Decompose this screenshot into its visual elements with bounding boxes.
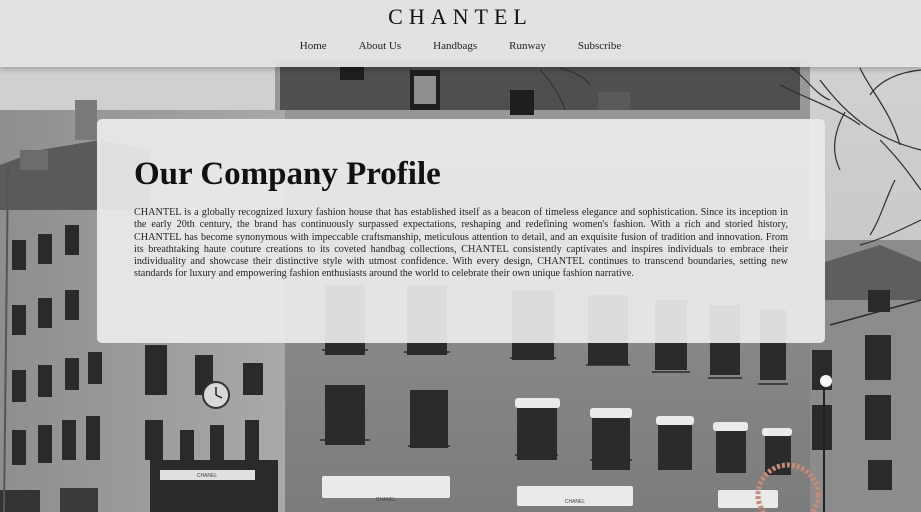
company-profile-card: Our Company Profile CHANTEL is a globall… (97, 119, 825, 343)
nav-runway[interactable]: Runway (509, 40, 546, 52)
site-header: CHANTEL Home About Us Handbags Runway Su… (0, 0, 921, 67)
nav-handbags[interactable]: Handbags (433, 40, 477, 52)
brand-logo[interactable]: CHANTEL (0, 4, 921, 30)
svg-text:CHANEL: CHANEL (376, 497, 397, 503)
svg-text:CHANEL: CHANEL (197, 473, 218, 479)
nav-subscribe[interactable]: Subscribe (578, 40, 621, 52)
nav-home[interactable]: Home (300, 40, 327, 52)
profile-body: CHANTEL is a globally recognized luxury … (134, 207, 788, 280)
profile-heading: Our Company Profile (134, 156, 441, 192)
main-nav: Home About Us Handbags Runway Subscribe (0, 40, 921, 52)
svg-text:CHANEL: CHANEL (565, 499, 586, 505)
nav-about-us[interactable]: About Us (359, 40, 401, 52)
